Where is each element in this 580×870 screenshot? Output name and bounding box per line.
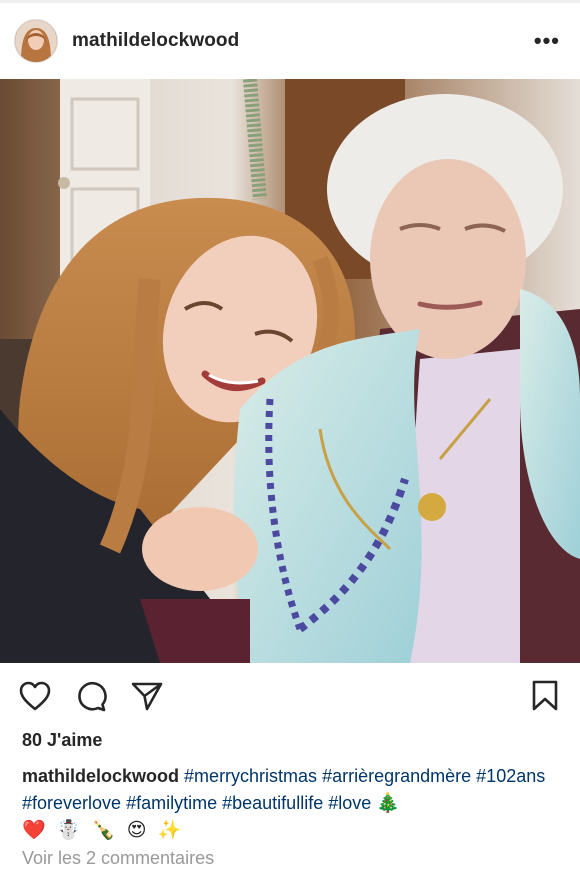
caption-username[interactable]: mathildelockwood	[22, 766, 179, 786]
more-horizontal-icon[interactable]: •••	[528, 26, 566, 56]
post-photo[interactable]	[0, 79, 580, 663]
post-username[interactable]: mathildelockwood	[72, 30, 239, 52]
bookmark-icon[interactable]	[528, 679, 562, 713]
comment-icon[interactable]	[74, 679, 108, 713]
hashtag-familytime[interactable]: #familytime	[126, 793, 217, 813]
action-bar	[0, 663, 580, 729]
hashtag-beautifullife[interactable]: #beautifullife	[222, 793, 323, 813]
caption: mathildelockwood #merrychristmas #arrièr…	[22, 763, 562, 844]
view-comments-link[interactable]: Voir les 2 commentaires	[22, 848, 214, 869]
christmas-tree-emoji: 🎄	[376, 793, 403, 814]
avatar[interactable]	[14, 19, 58, 63]
post-header: mathildelockwood •••	[0, 3, 580, 79]
hashtag-love[interactable]: #love	[328, 793, 371, 813]
hashtag-arrieregrandmere[interactable]: #arrièregrandmère	[322, 766, 471, 786]
avatar-image	[15, 20, 57, 62]
likes-count[interactable]: 80 J'aime	[22, 730, 102, 751]
paper-plane-icon[interactable]	[130, 679, 164, 713]
caption-emojis: ❤️ ☃️ 🍾 😍 ✨	[22, 820, 185, 841]
heart-icon[interactable]	[18, 679, 52, 713]
photo-illustration	[0, 79, 580, 663]
hashtag-foreverlove[interactable]: #foreverlove	[22, 793, 121, 813]
hashtag-102ans[interactable]: #102ans	[476, 766, 545, 786]
hashtag-merrychristmas[interactable]: #merrychristmas	[184, 766, 317, 786]
